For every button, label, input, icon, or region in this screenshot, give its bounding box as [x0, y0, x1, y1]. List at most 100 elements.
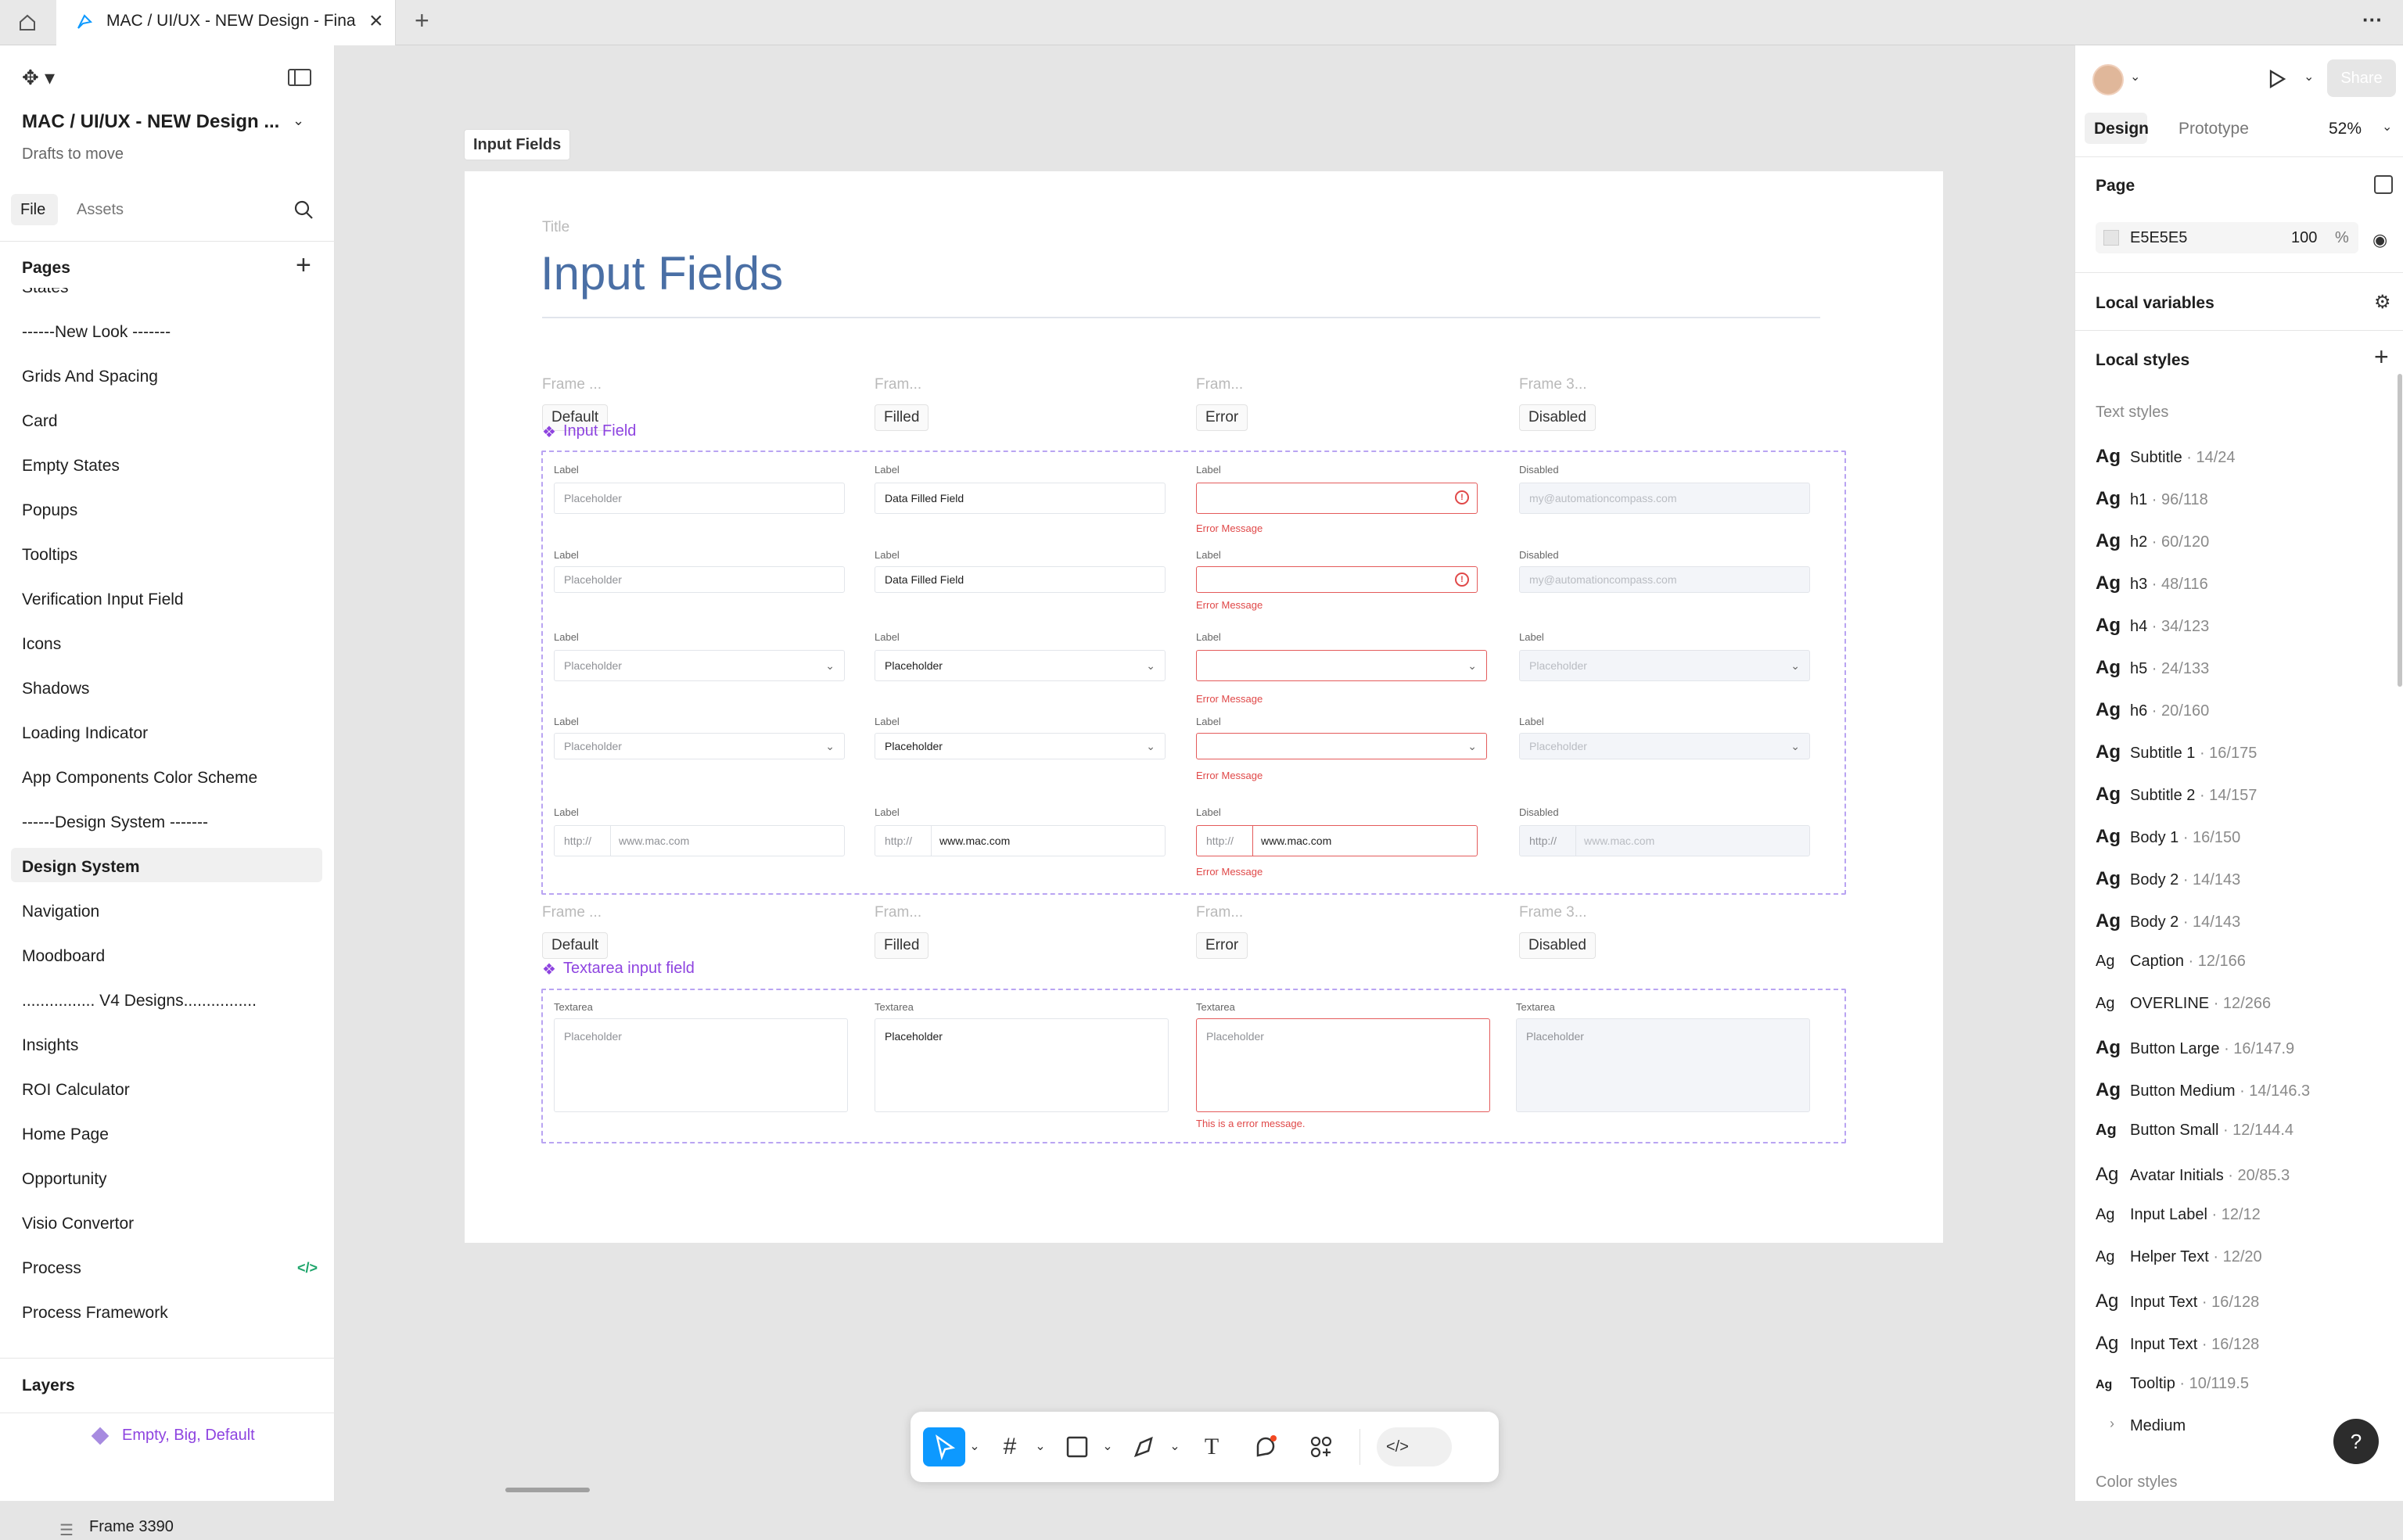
style-group-medium[interactable]: Medium	[2130, 1417, 2186, 1435]
select-error[interactable]: ⌄	[1196, 733, 1487, 759]
text-style-item[interactable]: Ag Body 2 · 14/143	[2096, 868, 2240, 890]
page-item[interactable]: App Components Color Scheme	[22, 769, 257, 788]
page-item[interactable]: Process	[22, 1259, 81, 1278]
move-tool-button[interactable]	[923, 1427, 965, 1466]
text-style-item[interactable]: Ag Helper Text · 12/20	[2096, 1248, 2262, 1266]
chevron-down-icon[interactable]: ⌄	[293, 113, 304, 129]
select-default[interactable]: Placeholder ⌄	[554, 733, 845, 759]
page-item[interactable]: Home Page	[22, 1125, 109, 1144]
state-badge-disabled[interactable]: Disabled	[1519, 404, 1596, 431]
layer-item[interactable]: Empty, Big, Default	[122, 1427, 255, 1445]
chevron-down-icon[interactable]: ⌄	[2130, 69, 2140, 84]
comment-tool-icon[interactable]	[1245, 1427, 1288, 1466]
page-item[interactable]: Icons	[22, 635, 61, 654]
textarea-default[interactable]: Placeholder	[554, 1018, 848, 1112]
text-style-item[interactable]: Ag Tooltip · 10/119.5	[2096, 1375, 2249, 1393]
page-item[interactable]: ------New Look -------	[22, 323, 171, 342]
rectangle-tool-icon[interactable]	[1056, 1427, 1098, 1466]
state-badge-error[interactable]: Error	[1196, 932, 1248, 959]
url-input-error[interactable]: http:// www.mac.com	[1196, 825, 1478, 856]
zoom-level[interactable]: 52%	[2329, 120, 2362, 138]
help-button[interactable]: ?	[2333, 1419, 2379, 1464]
tab-prototype[interactable]: Prototype	[2179, 120, 2249, 138]
textarea-error[interactable]: Placeholder	[1196, 1018, 1490, 1112]
page-settings-icon[interactable]	[2374, 175, 2393, 194]
page-item[interactable]: States	[22, 288, 69, 297]
tab-assets[interactable]: Assets	[77, 201, 124, 219]
file-tab[interactable]: MAC / UI/UX - NEW Design - Fina ×	[56, 0, 396, 45]
page-item[interactable]: Empty States	[22, 457, 120, 476]
page-item-selected[interactable]: Design System	[22, 858, 140, 877]
text-style-item[interactable]: Ag h4 · 34/123	[2096, 615, 2209, 637]
page-item[interactable]: Moodboard	[22, 947, 105, 966]
present-play-icon[interactable]	[2265, 67, 2288, 91]
text-input-default[interactable]: Placeholder	[554, 566, 845, 593]
page-item[interactable]: Insights	[22, 1036, 78, 1055]
page-item[interactable]: ------Design System -------	[22, 813, 208, 832]
input-fields-frame[interactable]: Title Input Fields Frame ... Fram... Fra…	[465, 171, 1943, 1243]
page-item[interactable]: Shadows	[22, 680, 89, 698]
state-badge-disabled[interactable]: Disabled	[1519, 932, 1596, 959]
text-style-item[interactable]: Ag h1 · 96/118	[2096, 488, 2208, 510]
select-filled[interactable]: Placeholder ⌄	[875, 650, 1166, 681]
url-input-default[interactable]: http:// www.mac.com	[554, 825, 845, 856]
avatar[interactable]	[2092, 64, 2124, 95]
tab-design[interactable]: Design	[2085, 113, 2149, 144]
text-style-item[interactable]: Ag h5 · 24/133	[2096, 657, 2209, 679]
url-input-filled[interactable]: http:// www.mac.com	[875, 825, 1166, 856]
page-item[interactable]: ROI Calculator	[22, 1081, 130, 1100]
horizontal-scrollbar[interactable]	[505, 1488, 590, 1492]
text-style-item[interactable]: Ag Input Text · 16/128	[2096, 1291, 2259, 1312]
component-name-input-field[interactable]: Input Field	[563, 422, 636, 440]
local-variables-header[interactable]: Local variables	[2096, 294, 2214, 313]
text-style-item[interactable]: Ag OVERLINE · 12/266	[2096, 995, 2271, 1013]
page-item[interactable]: Visio Convertor	[22, 1215, 134, 1233]
file-title[interactable]: MAC / UI/UX - NEW Design ...	[22, 111, 279, 133]
page-item[interactable]: Tooltips	[22, 546, 77, 565]
variables-settings-icon[interactable]: ⚙	[2374, 291, 2391, 314]
text-style-item[interactable]: Ag Input Text · 16/128	[2096, 1333, 2259, 1355]
frame-name-label[interactable]: Input Fields	[464, 129, 571, 160]
text-style-item[interactable]: Ag Body 2 · 14/143	[2096, 910, 2240, 932]
state-badge-error[interactable]: Error	[1196, 404, 1248, 431]
panel-scrollbar[interactable]	[2398, 374, 2402, 687]
page-item[interactable]: Verification Input Field	[22, 591, 184, 609]
chevron-down-icon[interactable]: ⌄	[1031, 1427, 1050, 1466]
dev-mode-toggle[interactable]: </>	[1377, 1427, 1452, 1466]
chevron-right-icon[interactable]: ›	[2110, 1416, 2114, 1432]
page-item[interactable]: Popups	[22, 501, 77, 520]
text-input-filled[interactable]: Data Filled Field	[875, 483, 1166, 514]
page-color-field[interactable]: E5E5E5 100 %	[2096, 222, 2358, 253]
component-name-textarea[interactable]: Textarea input field	[563, 960, 695, 978]
page-item[interactable]: Navigation	[22, 903, 99, 921]
page-item[interactable]: Grids And Spacing	[22, 368, 158, 386]
add-page-icon[interactable]: +	[296, 250, 311, 281]
text-input-error[interactable]	[1196, 483, 1478, 514]
text-style-item[interactable]: Ag h6 · 20/160	[2096, 699, 2209, 721]
text-tool-icon[interactable]: T	[1191, 1427, 1233, 1466]
select-error[interactable]: ⌄	[1196, 650, 1487, 681]
page-item[interactable]: Opportunity	[22, 1170, 107, 1189]
actions-icon[interactable]	[1300, 1427, 1342, 1466]
home-icon[interactable]	[16, 11, 39, 34]
figma-menu-icon[interactable]: ✥ ▾	[22, 66, 55, 90]
state-badge-filled[interactable]: Filled	[875, 404, 929, 431]
select-default[interactable]: Placeholder ⌄	[554, 650, 845, 681]
text-style-item[interactable]: Ag Button Large · 16/147.9	[2096, 1037, 2294, 1059]
chevron-down-icon[interactable]: ⌄	[1098, 1427, 1117, 1466]
page-item[interactable]: Card	[22, 412, 58, 431]
text-style-item[interactable]: Ag h2 · 60/120	[2096, 530, 2209, 552]
state-badge-filled[interactable]: Filled	[875, 932, 929, 959]
text-style-item[interactable]: Ag Caption · 12/166	[2096, 953, 2246, 971]
toggle-sidebar-icon[interactable]	[288, 69, 311, 86]
more-menu-icon[interactable]: ···	[2362, 8, 2383, 32]
add-style-icon[interactable]: +	[2374, 343, 2389, 372]
chevron-down-icon[interactable]: ⌄	[965, 1427, 984, 1466]
text-style-item[interactable]: Ag Subtitle · 14/24	[2096, 446, 2236, 468]
layer-item[interactable]: Frame 3390	[89, 1518, 174, 1536]
page-item[interactable]: Loading Indicator	[22, 724, 148, 743]
close-icon[interactable]: ×	[369, 8, 383, 34]
text-input-error[interactable]	[1196, 566, 1478, 593]
pen-tool-icon[interactable]	[1123, 1427, 1166, 1466]
state-badge-default[interactable]: Default	[542, 932, 609, 959]
